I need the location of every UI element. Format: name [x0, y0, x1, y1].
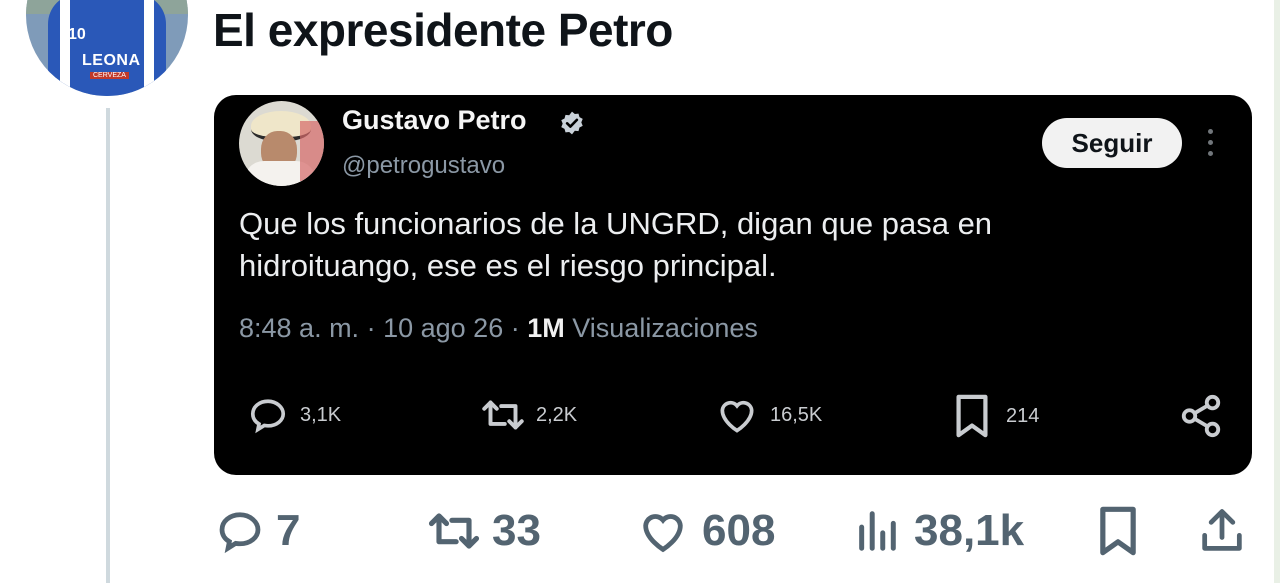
- meta-separator: ·: [510, 313, 528, 343]
- repost-icon: [482, 400, 524, 430]
- quoted-tweet-meta: 8:48 a. m. · 10 ago 26 · 1M Visualizacio…: [239, 313, 758, 344]
- repost-icon: [428, 513, 480, 549]
- quoted-like-action[interactable]: 16,5K: [714, 393, 822, 437]
- reply-icon: [250, 399, 286, 434]
- post-actions-bar: 7 33 608 38,1k: [0, 505, 1280, 569]
- avatar-stripe: [144, 0, 154, 96]
- quoted-share-action[interactable]: [1178, 393, 1224, 439]
- heart-icon: [720, 400, 754, 433]
- repost-count: 33: [492, 506, 541, 555]
- quoted-like-count: 16,5K: [770, 403, 823, 426]
- share-icon: [1181, 394, 1221, 438]
- bookmark-icon: [1100, 506, 1136, 556]
- reply-count: 7: [276, 506, 301, 555]
- share-button[interactable]: [1196, 505, 1248, 557]
- quoted-bookmark-count: 214: [1006, 404, 1040, 427]
- avatar-shirt-sponsor: LEONA: [82, 52, 141, 69]
- quoted-author-name[interactable]: Gustavo Petro: [342, 105, 527, 136]
- verified-badge-icon: [561, 111, 583, 135]
- tweet-views-value: 1M: [527, 313, 565, 343]
- share-icon: [1202, 509, 1242, 551]
- avatar-stripe: [60, 0, 70, 96]
- meta-separator: ·: [366, 313, 384, 343]
- tweet-time[interactable]: 8:48 a. m.: [239, 313, 359, 343]
- avatar-shirt-sub: CERVEZA: [90, 72, 129, 79]
- reply-icon: [219, 512, 261, 554]
- heart-icon: [643, 514, 683, 553]
- more-icon[interactable]: [1202, 129, 1218, 159]
- bookmark-button[interactable]: [1096, 505, 1140, 557]
- quoted-author-handle[interactable]: @petrogustavo: [342, 152, 505, 180]
- avatar-shirt-number: 10: [68, 26, 86, 43]
- quoted-author-avatar[interactable]: [239, 101, 324, 186]
- views-icon: [859, 511, 896, 551]
- quoted-tweet-text: Que los funcionarios de la UNGRD, digan …: [239, 206, 993, 283]
- quoted-bookmark-action[interactable]: 214: [952, 393, 1039, 439]
- user-avatar[interactable]: 10 LEONA CERVEZA: [26, 0, 188, 96]
- tweet-views-label: Visualizaciones: [572, 313, 758, 343]
- quoted-reply-count: 3,1K: [300, 403, 342, 426]
- right-edge-strip: [1274, 0, 1280, 583]
- like-count: 608: [702, 506, 776, 555]
- post-title: El expresidente Petro: [213, 4, 673, 56]
- views-button[interactable]: 38,1k: [854, 505, 1024, 557]
- quoted-repost-count: 2,2K: [536, 403, 578, 426]
- tweet-date[interactable]: 10 ago 26: [383, 313, 503, 343]
- views-count: 38,1k: [914, 506, 1025, 555]
- follow-button[interactable]: Seguir: [1042, 118, 1182, 168]
- quoted-tweet-card[interactable]: Gustavo Petro @petrogustavo Seguir Que l…: [214, 95, 1252, 475]
- like-button[interactable]: 608: [634, 505, 775, 557]
- quoted-repost-action[interactable]: 2,2K: [478, 393, 577, 437]
- repost-button[interactable]: 33: [424, 505, 541, 557]
- bookmark-icon: [956, 394, 988, 438]
- reply-button[interactable]: 7: [214, 505, 300, 557]
- quoted-reply-action[interactable]: 3,1K: [246, 393, 341, 437]
